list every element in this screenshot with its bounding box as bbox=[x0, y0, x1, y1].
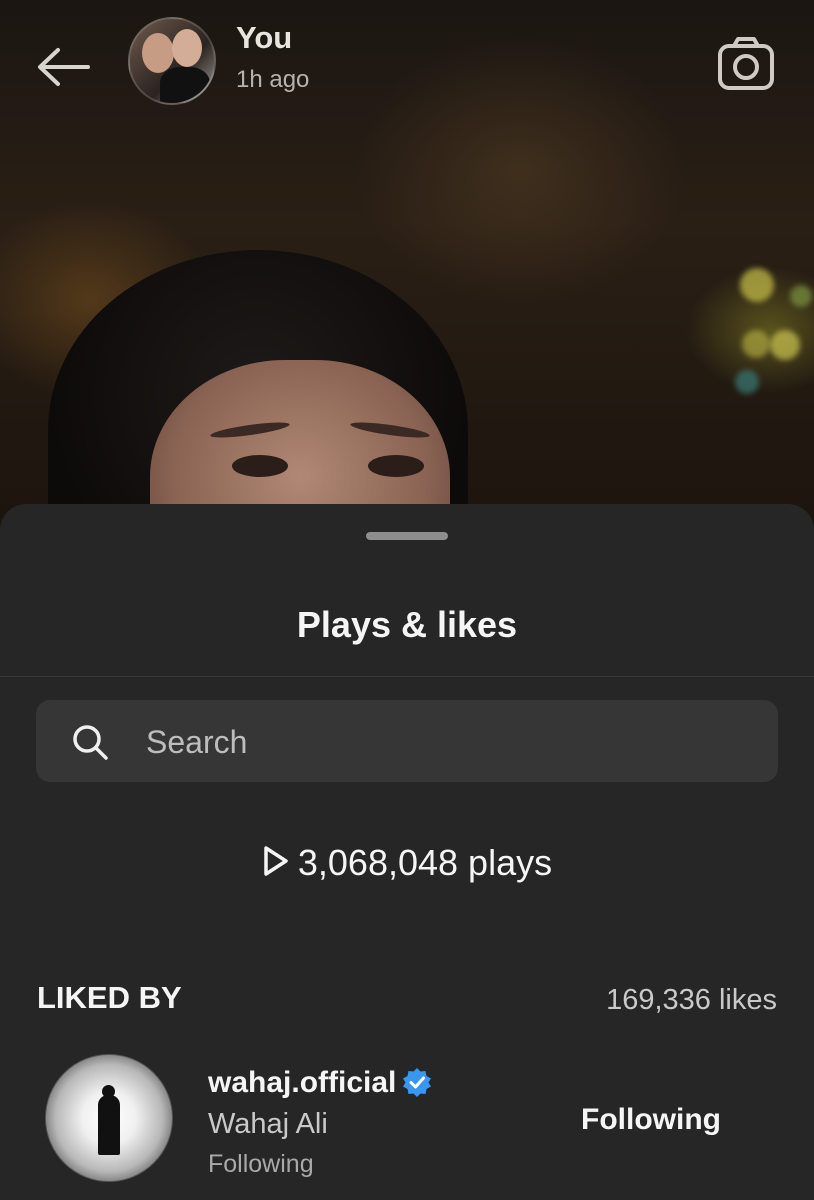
plays-count: 3,068,048 plays bbox=[297, 842, 553, 883]
story-timestamp: 1h ago bbox=[236, 66, 310, 93]
plays-count-row: 3,068,048 plays bbox=[0, 842, 814, 884]
username[interactable]: wahaj.official bbox=[208, 1066, 432, 1100]
play-icon bbox=[264, 846, 288, 876]
verified-badge-icon bbox=[403, 1068, 432, 1097]
username-text: wahaj.official bbox=[208, 1066, 397, 1099]
full-name: Wahaj Ali bbox=[208, 1108, 328, 1140]
search-input[interactable] bbox=[144, 700, 748, 784]
relation-label: Following bbox=[208, 1150, 314, 1178]
camera-button[interactable] bbox=[716, 36, 776, 92]
liked-by-heading: LIKED BY bbox=[37, 980, 182, 1015]
back-button[interactable] bbox=[34, 44, 94, 90]
sheet-drag-handle[interactable] bbox=[366, 532, 448, 540]
list-item[interactable]: wahaj.official Wahaj Ali Following Follo… bbox=[0, 1052, 814, 1182]
arrow-left-icon bbox=[38, 48, 90, 86]
story-media bbox=[0, 0, 814, 560]
likes-count: 169,336 likes bbox=[606, 984, 777, 1016]
following-button[interactable]: Following bbox=[566, 1096, 736, 1144]
divider bbox=[0, 676, 814, 677]
owner-avatar[interactable] bbox=[128, 17, 216, 105]
search-icon bbox=[73, 725, 108, 760]
owner-name[interactable]: You bbox=[236, 20, 292, 56]
search-bar[interactable] bbox=[36, 700, 778, 784]
camera-icon bbox=[718, 37, 774, 90]
plays-likes-sheet: Plays & likes 3,068,048 plays LIKED BY 1… bbox=[0, 504, 814, 1200]
avatar[interactable] bbox=[45, 1054, 173, 1182]
sheet-title: Plays & likes bbox=[296, 604, 518, 645]
